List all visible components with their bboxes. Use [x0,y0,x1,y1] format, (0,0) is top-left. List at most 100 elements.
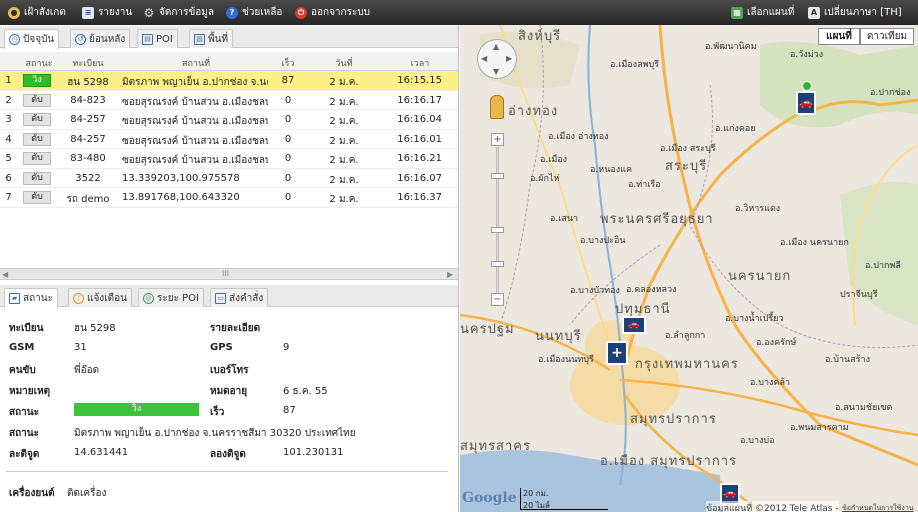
tab-poi-distance-label: ระยะ POI [157,292,200,304]
command-icon: ▭ [215,292,226,304]
label-phakhai: อ.ผักไห่ [530,174,560,184]
gsm-label: GSM [9,342,35,353]
tab-poi[interactable]: ▤ POI [137,29,178,48]
scroll-left-icon[interactable]: ◀ [2,270,8,279]
row-plate: 84-257 [70,133,106,145]
menu-help[interactable]: ? ช่วยเหลือ [226,0,282,25]
row-location: มิตรภาพ พญาเย็น อ.ปากช่อง จ.นค [122,77,268,88]
magnifier-icon: ● [8,6,20,19]
tab-status[interactable]: ▰ สถานะ [4,288,58,308]
menu-language[interactable]: A เปลี่ยนภาษา [TH] [808,0,902,25]
row-plate: รถ demo [66,194,110,205]
tab-area[interactable]: ▧ พื้นที่ [189,29,234,48]
table-row[interactable]: 4 ดับ 84-257 ซอยสุรณรงค์ บ้านสวน อ.เมืองชลบ… [0,130,458,149]
pan-down-icon[interactable]: ▼ [493,67,499,76]
row-number: 2 [5,94,12,106]
pan-up-icon[interactable]: ▲ [493,42,499,51]
menu-monitor[interactable]: ● เฝ้าสังเกต [8,0,66,25]
tab-current[interactable]: ◷ ปัจจุบัน [4,29,60,49]
table-row[interactable]: 5 ดับ 83-480 ซอยสุรณรงค์ บ้านสวน อ.เมืองชลบ… [0,149,458,169]
status-icon: ▰ [9,293,20,304]
menu-manage[interactable]: ⚙ จัดการข้อมูล [143,0,214,25]
label-kaengkhoi: อ.แก่งคอย [715,124,756,134]
row-plate: 83-480 [70,153,106,164]
menu-logout[interactable]: ⏻ ออกจากระบบ [295,0,370,25]
row-speed: 0 [284,114,292,125]
vehicle-cluster-marker-icon[interactable]: + [606,341,628,365]
tab-history[interactable]: ↺ ย้อนหลัง [70,29,131,48]
tab-alert[interactable]: ! แจ้งเตือน [68,288,132,307]
area-icon: ▧ [194,33,205,45]
google-logo[interactable]: Google [462,490,517,506]
power-icon: ⏻ [295,6,307,19]
engine-label: เครื่องยนต์ [9,488,55,499]
map-type-map-button[interactable]: แผนที่ [818,28,860,45]
splitter-grip[interactable]: III [222,269,229,278]
row-plate: 84-257 [70,114,106,125]
left-panel: ◷ ปัจจุบัน ↺ ย้อนหลัง ▤ POI ▧ พื้นที่ สถานะ … [0,25,459,512]
row-location: ซอยสุรณรงค์ บ้านสวน อ.เมืองชลบุ [122,96,268,108]
label-bangkok: กรุงเทพมหานคร [635,357,739,372]
tab-poi-label: POI [156,33,173,45]
label-mueang-nonthaburi: อ.เมืองนนทบุรี [538,355,594,365]
col-time[interactable]: เวลา [384,56,456,70]
col-location[interactable]: สถานที่ [120,56,272,70]
row-time: 16:16.37 [397,192,442,203]
zoom-in-button[interactable]: + [491,133,504,146]
panel-splitter[interactable]: III ◀ ▶ [0,268,458,280]
row-time: 16:16.21 [397,153,442,164]
row-date: 2 ม.ค. [329,155,359,166]
zoom-out-button[interactable]: − [491,293,504,306]
lat-label: ละติจูด [9,449,40,460]
map-icon: ▦ [731,6,743,19]
row-number: 5 [5,153,12,164]
table-row[interactable]: 2 ดับ 84-823 ซอยสุรณรงค์ บ้านสวน อ.เมืองชลบ… [0,91,458,110]
col-date[interactable]: วันที่ [306,56,382,70]
tab-command[interactable]: ▭ ส่งคำสั่ง [210,288,269,307]
speed-value: 87 [283,405,296,416]
table-row[interactable]: 1 วิ่ง ฮน 5298 มิตรภาพ พญาเย็น อ.ปากช่อง จ.… [0,71,458,91]
label-mueang-samutprakan: อ.เมือง สมุทรปราการ [600,454,737,469]
driver-value: พี่อ๊อด [74,365,100,376]
poi-icon: ▤ [142,33,153,45]
row-time: 16:16.07 [397,172,442,184]
label-bangbo: อ.บางบ่อ [740,436,775,446]
label-khlongluang: อ.คลองหลวง [626,285,677,295]
pan-left-icon[interactable]: ◀ [481,54,487,63]
scale-mi: 20 ไมล์ [523,501,550,510]
menu-manage-label: จัดการข้อมูล [159,7,214,18]
map-type-satellite-button[interactable]: ดาวเทียม [860,28,914,45]
row-number: 3 [5,114,12,125]
label-pakphli: อ.ปากพลี [865,261,901,271]
label-bansang: อ.บ้านสร้าง [825,355,870,365]
table-row[interactable]: 3 ดับ 84-257 ซอยสุรณรงค์ บ้านสวน อ.เมืองชลบ… [0,110,458,130]
zoom-track[interactable] [496,147,499,295]
tab-command-label: ส่งคำสั่ง [229,292,264,304]
terms-link[interactable]: ข้อกำหนดในการใช้งาน [842,503,914,512]
scroll-right-icon[interactable]: ▶ [447,270,453,279]
row-location: 13.339203,100.975578 [122,172,240,184]
table-row[interactable]: 7 ดับ รถ demo 13.891768,100.643320 0 2 ม.ค. 16… [0,188,458,208]
vehicle-marker-car-icon[interactable]: 🚗 [796,91,816,115]
zoom-handle[interactable] [491,261,504,267]
menu-language-label: เปลี่ยนภาษา [TH] [824,7,902,18]
menu-report[interactable]: ≡ รายงาน [82,0,132,25]
tab-poi-distance[interactable]: ◎ ระยะ POI [138,288,205,307]
row-time: 16:16.04 [397,114,442,125]
row-location: ซอยสุรณรงค์ บ้านสวน อ.เมืองชลบุ [122,135,268,147]
pan-right-icon[interactable]: ▶ [506,54,512,63]
note-label: หมายเหตุ [9,386,51,397]
col-speed[interactable]: เร็ว [272,56,304,70]
menu-select-map[interactable]: ▦ เลือกแผนที่ [731,0,794,25]
pan-control[interactable]: ▲ ◀ ▶ ▼ [477,39,517,79]
label-wangmuang: อ.วังม่วง [790,50,824,60]
col-plate[interactable]: ทะเบียน [64,56,112,70]
streetview-pegman-icon[interactable] [490,95,504,119]
col-status[interactable]: สถานะ [20,56,58,70]
row-plate: 84-823 [70,94,106,106]
map-view[interactable]: สิงห์บุรี อ.พัฒนานิคม อ.วังม่วง อ.เมืองล… [460,25,918,512]
label-pakchong: อ.ปากช่อง [870,88,911,98]
table-row[interactable]: 6 ดับ 3522 13.339203,100.975578 0 2 ม.ค. 16:16… [0,169,458,188]
vehicle-marker-car-icon[interactable]: 🚗 [622,316,646,334]
label-phanom: อ.พนมสารคาม [790,423,849,433]
